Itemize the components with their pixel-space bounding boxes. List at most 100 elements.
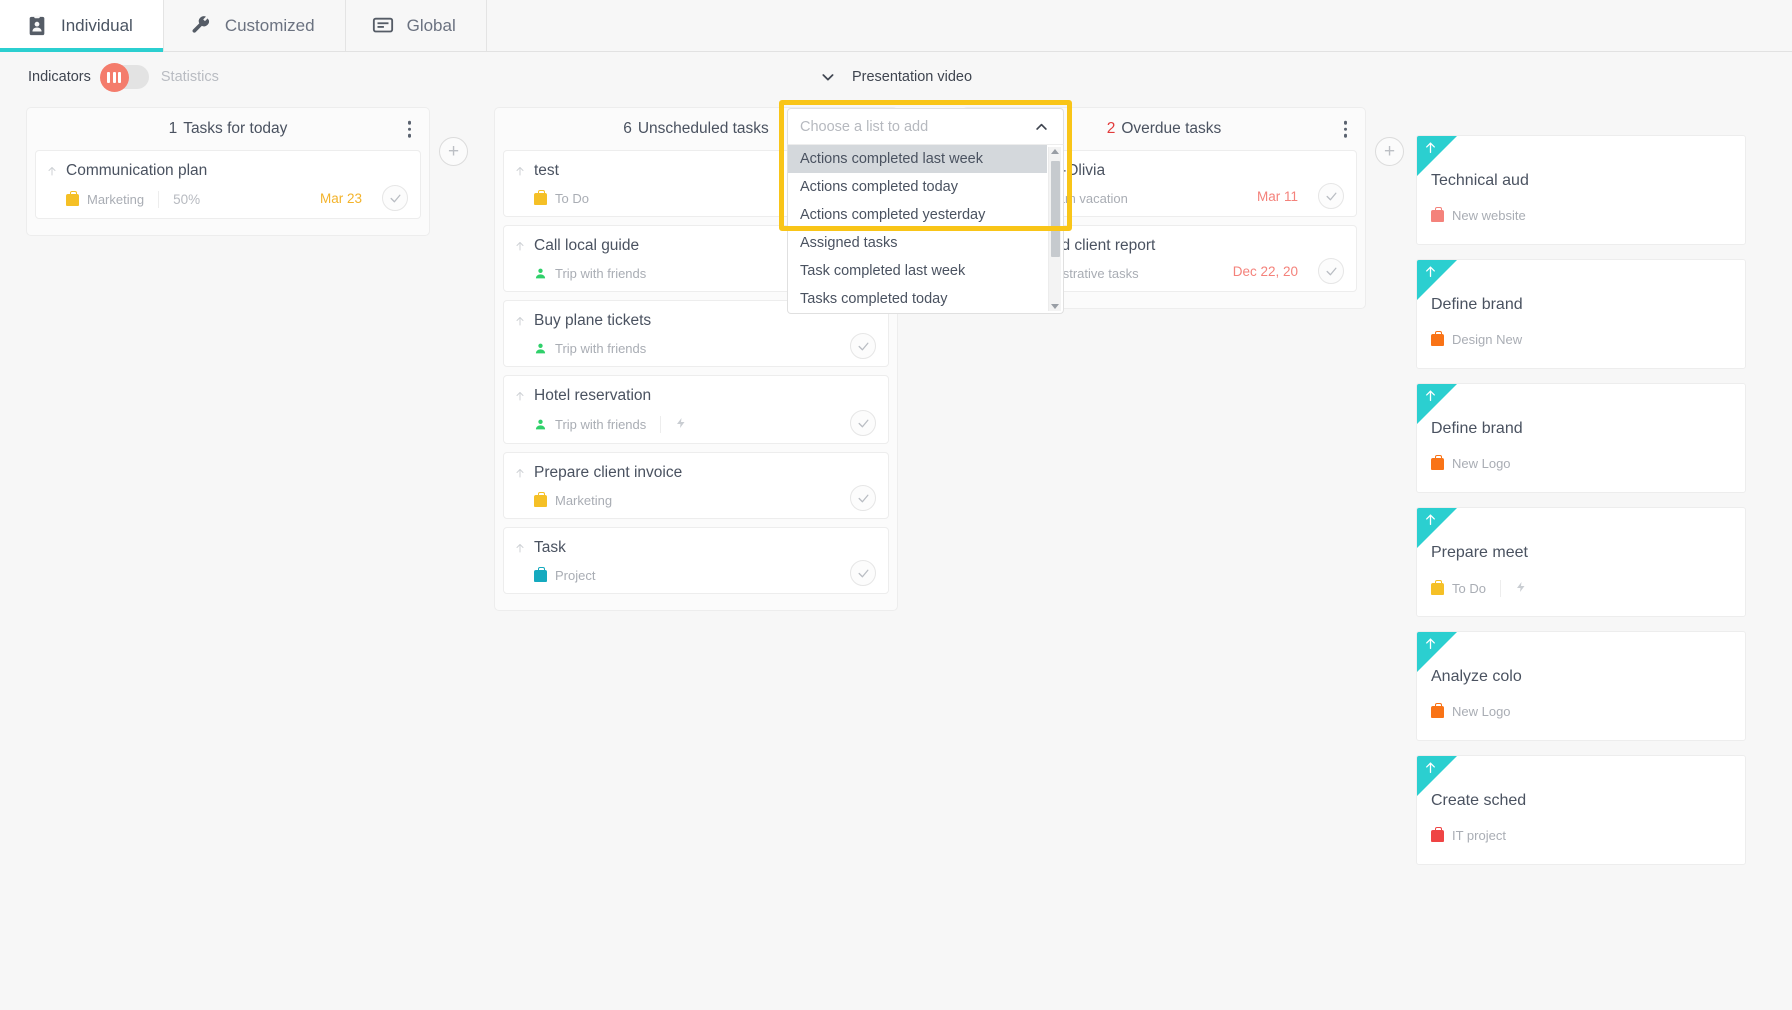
task-meta: Trip with friends xyxy=(514,341,876,356)
task-complete-button[interactable] xyxy=(850,485,876,511)
contact-card-icon xyxy=(26,14,48,37)
dropdown-option[interactable]: Actions completed yesterday xyxy=(788,201,1047,229)
kanban-card-meta: Design New xyxy=(1431,330,1731,347)
presentation-video-selector[interactable]: Presentation video xyxy=(820,69,972,85)
tab-global-label: Global xyxy=(406,15,456,35)
kanban-card-meta: IT project xyxy=(1431,826,1731,843)
dropdown-option[interactable]: Assigned tasks xyxy=(788,229,1047,257)
task-complete-button[interactable] xyxy=(850,410,876,436)
dropdown-option[interactable]: Task completed last week xyxy=(788,257,1047,285)
column-title: Overdue tasks xyxy=(1121,120,1222,137)
kanban-card-title: Create sched xyxy=(1431,792,1527,809)
priority-arrow-icon xyxy=(1424,265,1437,280)
sub-header: Indicators Statistics Presentation video xyxy=(0,52,1792,102)
column-menu-icon[interactable] xyxy=(1340,117,1352,142)
presentation-video-label: Presentation video xyxy=(851,69,973,85)
task-card[interactable]: Hotel reservation Trip with friends xyxy=(503,375,889,444)
task-due-date: Dec 22, 20 xyxy=(1232,264,1298,279)
priority-arrow-icon xyxy=(1424,761,1437,776)
task-meta: Project xyxy=(514,566,876,583)
task-complete-button[interactable] xyxy=(1318,258,1344,284)
task-card[interactable]: Task Project xyxy=(503,527,889,594)
tab-customized[interactable]: Customized xyxy=(163,0,346,51)
add-column-button-2[interactable]: + xyxy=(1375,137,1404,166)
kanban-card-meta: New Logo xyxy=(1431,454,1731,471)
choose-list-placeholder: Choose a list to add xyxy=(800,118,929,135)
ribbon-shape xyxy=(1417,632,1457,672)
kanban-card-meta: New Logo xyxy=(1431,702,1731,719)
task-tag: Trip with friends xyxy=(555,341,647,356)
task-due-date: Mar 23 xyxy=(319,191,362,206)
tab-customized-label: Customized xyxy=(224,15,315,35)
ribbon-shape xyxy=(1417,756,1457,796)
dropdown-option[interactable]: Actions completed last week xyxy=(788,145,1047,173)
dropdown-option[interactable]: Tasks completed today xyxy=(788,285,1047,313)
meta-divider xyxy=(1499,580,1501,597)
task-card[interactable]: Communication plan Marketing 50% Mar 23 xyxy=(35,150,421,219)
tab-individual-label: Individual xyxy=(61,15,133,35)
column-count: 6 xyxy=(623,120,632,137)
dropdown-scrollbar[interactable] xyxy=(1048,147,1061,311)
task-tag: Trip with friends xyxy=(555,266,647,281)
wrench-icon xyxy=(190,15,212,37)
task-complete-button[interactable] xyxy=(1318,183,1344,209)
kanban-card[interactable]: Prepare meet To Do xyxy=(1416,507,1746,617)
column-count: 1 xyxy=(168,120,178,137)
dropdown-option[interactable]: Actions completed today xyxy=(788,173,1047,201)
task-complete-button[interactable] xyxy=(850,560,876,586)
column-title: Unscheduled tasks xyxy=(637,120,769,137)
task-meta: Marketing xyxy=(514,491,876,508)
kanban-card-tag: New Logo xyxy=(1452,704,1511,719)
tab-individual[interactable]: Individual xyxy=(0,0,164,52)
kanban-card[interactable]: Analyze colo New Logo xyxy=(1416,631,1746,741)
kanban-card[interactable]: Technical aud New website xyxy=(1416,135,1746,245)
kanban-preview-column: Technical aud New website Define brand D… xyxy=(1416,107,1746,879)
task-due-date: Mar 11 xyxy=(1256,189,1298,204)
task-tag: Marketing xyxy=(555,493,613,508)
task-complete-button[interactable] xyxy=(382,185,408,211)
kanban-card-tag: To Do xyxy=(1452,581,1486,596)
kanban-card-tag: IT project xyxy=(1452,828,1506,843)
person-icon xyxy=(534,267,547,280)
kanban-card-title: Define brand xyxy=(1431,296,1523,313)
kanban-card-title: Analyze colo xyxy=(1431,668,1522,685)
kanban-card-tag: Design New xyxy=(1452,332,1523,347)
task-title: Prepare client invoice xyxy=(534,464,683,481)
kanban-card-tag: New website xyxy=(1452,208,1526,223)
task-complete-button[interactable] xyxy=(850,333,876,359)
indicators-statistics-toggle[interactable] xyxy=(99,63,149,92)
task-title: Task xyxy=(534,539,566,556)
briefcase-icon xyxy=(534,566,547,582)
scroll-up-arrow-icon[interactable] xyxy=(1051,149,1059,154)
choose-list-dropdown: Choose a list to add Actions completed l… xyxy=(787,108,1064,314)
meta-divider xyxy=(660,416,662,433)
app-root: Individual Customized Global Indicators … xyxy=(0,0,1792,1010)
lightning-bolt-icon[interactable] xyxy=(1515,581,1527,596)
tab-global[interactable]: Global xyxy=(345,0,487,51)
column-menu-icon[interactable] xyxy=(404,117,416,142)
meta-divider xyxy=(158,191,160,208)
priority-arrow-icon xyxy=(514,239,526,253)
priority-arrow-icon xyxy=(1424,389,1437,404)
kanban-card[interactable]: Define brand New Logo xyxy=(1416,383,1746,493)
task-title: Buy plane tickets xyxy=(534,312,652,329)
lightning-bolt-icon[interactable] xyxy=(675,417,687,432)
task-title: Hotel reservation xyxy=(534,387,652,404)
add-column-button-1[interactable]: + xyxy=(439,137,468,166)
scroll-down-arrow-icon[interactable] xyxy=(1051,304,1059,309)
column-tasks-for-today: 1 Tasks for today Communication plan Mar… xyxy=(26,107,430,236)
kanban-card[interactable]: Define brand Design New xyxy=(1416,259,1746,369)
task-card[interactable]: Prepare client invoice Marketing xyxy=(503,452,889,519)
choose-list-input[interactable]: Choose a list to add xyxy=(787,108,1064,144)
priority-arrow-icon xyxy=(514,314,526,328)
column-count: 2 xyxy=(1106,120,1116,137)
choose-list-options[interactable]: Actions completed last week Actions comp… xyxy=(787,144,1064,314)
top-tab-bar: Individual Customized Global xyxy=(0,0,1792,52)
kanban-card-meta: To Do xyxy=(1431,579,1731,597)
kanban-card[interactable]: Create sched IT project xyxy=(1416,755,1746,865)
chevron-up-icon[interactable] xyxy=(1034,119,1049,134)
priority-arrow-icon xyxy=(1424,637,1437,652)
priority-arrow-icon xyxy=(1424,513,1437,528)
scrollbar-thumb[interactable] xyxy=(1051,161,1060,257)
kanban-card-title: Prepare meet xyxy=(1431,544,1528,561)
